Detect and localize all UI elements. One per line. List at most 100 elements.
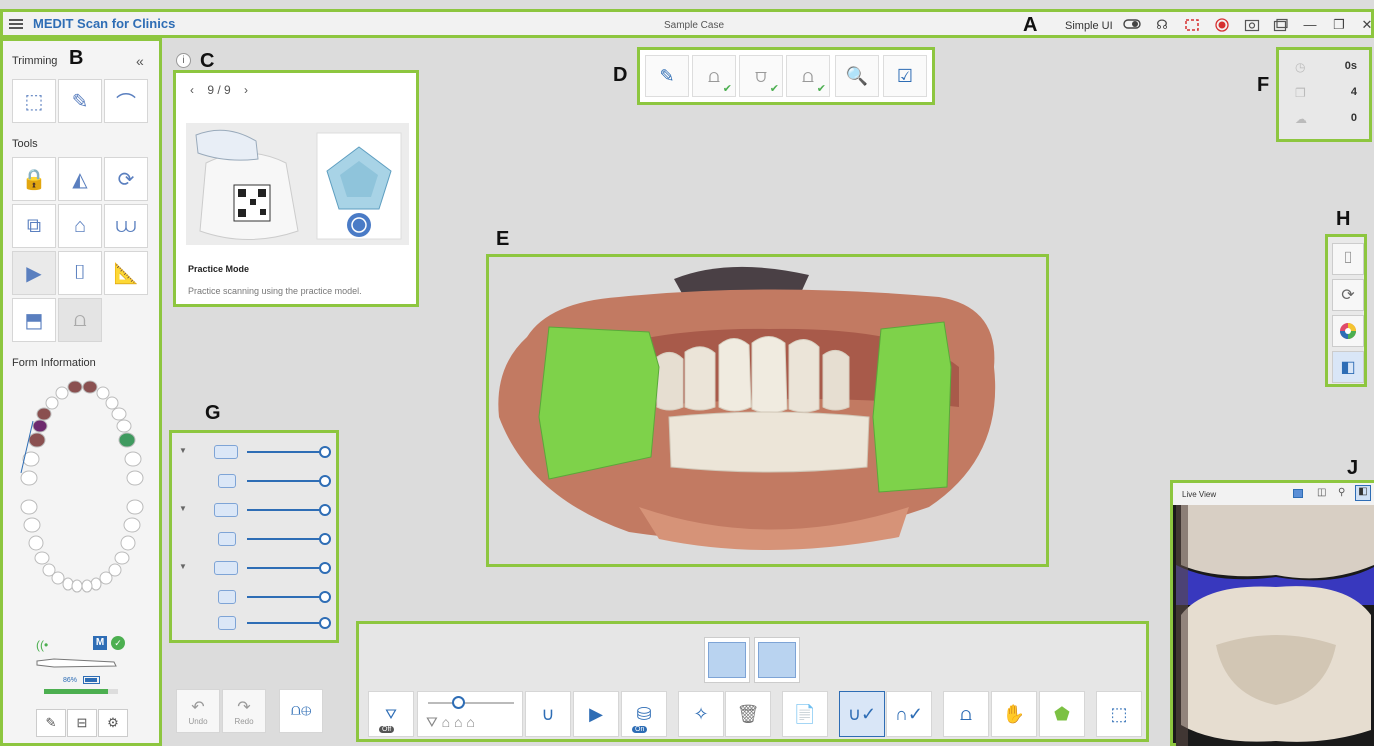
expand-arrow-icon[interactable]: ▼ <box>179 446 187 455</box>
layer-occlusion-group[interactable]: ▼ <box>172 559 336 579</box>
split-view-icon[interactable]: ◫ <box>1317 487 1326 498</box>
opacity-slider-track[interactable] <box>247 538 321 540</box>
opacity-slider-knob[interactable] <box>319 591 331 603</box>
battery-icon <box>83 676 100 684</box>
opacity-slider-track[interactable] <box>247 596 321 598</box>
play-video-button[interactable]: ▶ <box>12 251 56 295</box>
scan-viewport[interactable] <box>486 254 1049 567</box>
ai-toggle-button[interactable]: ⛁ On <box>621 691 667 737</box>
add-scan-button[interactable]: ⩍⊕ <box>279 689 323 733</box>
layer-maxilla-item[interactable] <box>172 472 336 492</box>
info-icon[interactable]: i <box>176 53 191 68</box>
filter-level-control[interactable]: ⛛ ⌂ ⌂ ⌂ <box>417 691 523 737</box>
scan-upper-button[interactable] <box>704 637 750 683</box>
opacity-slider-knob[interactable] <box>319 475 331 487</box>
curve-trim-button[interactable]: ⌒ <box>104 79 148 123</box>
camera-view-button[interactable]: ⌷ <box>1332 243 1364 275</box>
opacity-slider-track[interactable] <box>247 509 321 511</box>
layer-maxilla-group[interactable]: ▼ <box>172 443 336 463</box>
clipboard-check-icon: ☑ <box>896 65 914 86</box>
rainbow-tooth-icon: ◭ <box>72 168 88 191</box>
filter-toggle-button[interactable]: ⛛ Off <box>368 691 414 737</box>
shade-button[interactable]: ⬟ <box>1039 691 1085 737</box>
opacity-slider-track[interactable] <box>247 567 321 569</box>
screen-capture-button[interactable]: ⬒ <box>12 298 56 342</box>
step-patient-info[interactable]: ✎ <box>645 55 689 97</box>
clean-button[interactable]: ✧ <box>678 691 724 737</box>
opacity-slider-knob[interactable] <box>319 533 331 545</box>
window-icon[interactable] <box>1273 18 1289 32</box>
overlay-button[interactable]: ⧉ <box>12 204 56 248</box>
maxilla-icon <box>214 445 238 459</box>
step-maxilla[interactable]: ⩍ ✔ <box>692 55 736 97</box>
bite-button[interactable]: ⩍ <box>943 691 989 737</box>
view-mode-blue-icon[interactable] <box>1293 489 1303 498</box>
layer-mandible-group[interactable]: ▼ <box>172 501 336 521</box>
step-mandible[interactable]: ⩌ ✔ <box>739 55 783 97</box>
simple-ui-toggle[interactable] <box>1123 18 1141 32</box>
filter-slider-track[interactable] <box>428 702 514 704</box>
opacity-slider-track[interactable] <box>247 451 321 453</box>
arch-align-button[interactable]: ⩊ <box>104 204 148 248</box>
tooth-chart[interactable] <box>11 377 155 603</box>
headset-icon[interactable]: ☊ <box>1154 18 1170 32</box>
lower-arch-check-button[interactable]: ∩✓ <box>886 691 932 737</box>
expand-arrow-icon[interactable]: ▼ <box>179 562 187 571</box>
layer-occlusion-item-1[interactable] <box>172 588 336 608</box>
record-icon[interactable] <box>1214 18 1230 32</box>
upper-arch-check-button[interactable]: ∪✓ <box>839 691 885 737</box>
practice-image[interactable] <box>186 123 409 245</box>
person-icon[interactable]: ⚲ <box>1338 487 1345 498</box>
layer-mandible-item[interactable] <box>172 530 336 550</box>
scanner-settings-button[interactable]: ✎ <box>36 709 66 737</box>
color-toggle-button[interactable] <box>1332 315 1364 347</box>
redo-button[interactable]: ↷ Redo <box>222 689 266 733</box>
play-button[interactable]: ▶ <box>573 691 619 737</box>
maximize-icon[interactable]: ❐ <box>1331 18 1347 32</box>
measure-button[interactable]: 📐 <box>104 251 148 295</box>
calibration-button[interactable]: ⊟ <box>67 709 97 737</box>
capture-button[interactable]: ⌷ <box>58 251 102 295</box>
teeth-set-button[interactable]: ⩍ <box>58 298 102 342</box>
color-map-button[interactable]: ◭ <box>58 157 102 201</box>
margin-line-button[interactable]: ⌂ <box>58 204 102 248</box>
reset-view-button[interactable]: ⟳ <box>1332 279 1364 311</box>
undo-button[interactable]: ↶ Undo <box>176 689 220 733</box>
capture-region-icon[interactable] <box>1184 18 1200 32</box>
opacity-slider-knob[interactable] <box>319 504 331 516</box>
practice-prev-button[interactable]: ‹ <box>190 83 194 97</box>
step-review[interactable]: 🔍 <box>835 55 879 97</box>
screenshot-icon[interactable] <box>1244 18 1260 32</box>
title-bar: MEDIT Scan for Clinics Sample Case Simpl… <box>0 9 1374 38</box>
rotate-jaw-button[interactable]: ⟳ <box>104 157 148 201</box>
export-button[interactable]: 📄 <box>782 691 828 737</box>
arch-button[interactable]: ∪ <box>525 691 571 737</box>
lock-area-button[interactable]: 🔒 <box>12 157 56 201</box>
filter-slider-knob[interactable] <box>452 696 465 709</box>
select-trim-button[interactable]: ⬚ <box>12 79 56 123</box>
hand-tool-button[interactable]: ✋ <box>991 691 1037 737</box>
settings-button[interactable]: ⚙ <box>98 709 128 737</box>
menu-icon[interactable] <box>9 18 23 29</box>
opacity-slider-knob[interactable] <box>319 446 331 458</box>
close-icon[interactable]: ✕ <box>1359 18 1374 32</box>
minimize-icon[interactable]: — <box>1302 18 1318 32</box>
layer-occlusion-item-2[interactable] <box>172 614 336 634</box>
collapse-panel-icon[interactable]: « <box>136 53 144 69</box>
delete-button[interactable]: 🗑 <box>725 691 771 737</box>
screenshot-icon-svg <box>1244 19 1260 32</box>
live-camera-feed <box>1176 505 1374 746</box>
opacity-slider-knob[interactable] <box>319 562 331 574</box>
scan-lower-button[interactable] <box>754 637 800 683</box>
expand-arrow-icon[interactable]: ▼ <box>179 504 187 513</box>
practice-next-button[interactable]: › <box>244 83 248 97</box>
transparency-button[interactable]: ◧ <box>1332 351 1364 383</box>
opacity-slider-track[interactable] <box>247 622 321 624</box>
opacity-slider-track[interactable] <box>247 480 321 482</box>
step-occlusion[interactable]: ⩍ ✔ <box>786 55 830 97</box>
lasso-trim-button[interactable]: ✎ <box>58 79 102 123</box>
capture-model-button[interactable]: ⬚ <box>1096 691 1142 737</box>
panel-layout-icon[interactable]: ◧ <box>1355 485 1371 501</box>
opacity-slider-knob[interactable] <box>319 617 331 629</box>
step-complete[interactable]: ☑ <box>883 55 927 97</box>
